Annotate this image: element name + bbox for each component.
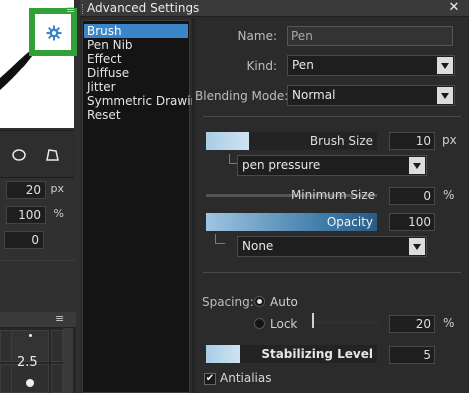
menu-icon[interactable]: ≡	[55, 312, 64, 325]
spacing-lock-radio[interactable]	[254, 318, 265, 329]
category-item-effect[interactable]: Effect	[84, 52, 188, 66]
category-list: Brush Pen Nib Effect Diffuse Jitter Symm…	[82, 20, 206, 393]
blending-mode-select[interactable]: Normal	[287, 85, 455, 106]
left-opacity-row: 100 %	[0, 206, 76, 224]
left-brush-size-row: 20 px	[0, 181, 76, 199]
category-item-symmetric-drawing[interactable]: Symmetric Drawing	[84, 94, 206, 108]
category-item-jitter[interactable]: Jitter	[84, 80, 188, 94]
opacity-source-select[interactable]: None	[237, 236, 427, 257]
kind-label: Kind:	[246, 59, 277, 73]
dependency-connector	[215, 234, 225, 244]
left-opacity-unit: %	[53, 207, 64, 220]
pressure-source-select[interactable]: pen pressure	[237, 155, 427, 176]
kind-select[interactable]: Pen	[287, 55, 455, 76]
settings-panel: Name: Pen Kind: Pen Blending Mode: Norma…	[195, 18, 469, 393]
stabilizing-field[interactable]: 5	[389, 346, 435, 364]
brush-size-dot	[26, 379, 34, 387]
brush-grid-header	[0, 312, 76, 328]
polygon-shape-icon[interactable]	[44, 148, 60, 162]
chevron-down-icon[interactable]	[409, 157, 425, 174]
name-label: Name:	[237, 29, 277, 43]
category-item-brush[interactable]: Brush	[84, 24, 188, 38]
drag-grip-icon[interactable]	[82, 4, 85, 14]
antialias-checkbox[interactable]: ✔	[204, 373, 216, 385]
stabilizing-slider-fill	[206, 345, 241, 363]
brush-shape-toolbar	[0, 130, 74, 178]
name-field[interactable]: Pen	[287, 26, 453, 46]
opacity-slider[interactable]: Opacity	[206, 213, 377, 231]
opacity-source-value: None	[242, 239, 274, 253]
left-min-row: 0	[0, 231, 76, 249]
opacity-label: Opacity	[326, 215, 373, 229]
circle-shape-icon[interactable]	[11, 148, 27, 162]
blending-mode-label: Blending Mode:	[195, 89, 289, 103]
divider	[203, 272, 461, 273]
spacing-lock-label: Lock	[270, 317, 298, 331]
spacing-field[interactable]: 20	[389, 315, 435, 333]
pressure-source-value: pen pressure	[242, 158, 321, 172]
stabilizing-slider[interactable]: Stabilizing Level	[206, 345, 377, 363]
antialias-label: Antialias	[220, 371, 272, 385]
chevron-down-icon[interactable]	[437, 87, 453, 104]
close-icon[interactable]: ✕	[444, 0, 464, 16]
stabilizing-label: Stabilizing Level	[261, 347, 373, 361]
left-brush-size-field[interactable]: 20	[6, 181, 46, 199]
panel-menu-icon[interactable]: ≡	[66, 3, 75, 16]
chevron-down-icon[interactable]	[437, 57, 453, 74]
spacing-unit: %	[443, 316, 455, 330]
minimum-size-unit: %	[443, 188, 455, 202]
minimum-size-label: Minimum Size	[290, 188, 375, 202]
divider	[203, 116, 461, 117]
brush-size-grid-label: 2.5	[17, 355, 38, 370]
chevron-down-icon[interactable]	[409, 238, 425, 255]
left-min-field[interactable]: 0	[4, 231, 44, 249]
brush-size-slider-fill	[206, 132, 249, 150]
blending-mode-value: Normal	[292, 88, 336, 102]
spacing-label: Spacing:	[202, 295, 254, 309]
dialog-header: Advanced Settings ✕	[80, 0, 469, 17]
brush-size-slider[interactable]: Brush Size	[206, 132, 377, 150]
grid-scrollbar[interactable]	[63, 328, 73, 393]
spacing-slider-thumb[interactable]	[312, 313, 314, 328]
brush-size-dot	[29, 334, 32, 337]
dialog-title: Advanced Settings	[87, 1, 200, 15]
left-divider	[0, 260, 76, 261]
gear-icon[interactable]	[46, 25, 62, 41]
brush-size-unit: px	[442, 133, 457, 147]
minimum-size-field[interactable]: 0	[389, 187, 435, 205]
left-brush-size-unit: px	[50, 182, 65, 195]
spacing-auto-radio[interactable]	[254, 296, 265, 307]
brush-size-cell[interactable]	[51, 330, 63, 362]
category-item-diffuse[interactable]: Diffuse	[84, 66, 188, 80]
kind-select-value: Pen	[292, 58, 314, 72]
left-opacity-field[interactable]: 100	[6, 206, 46, 224]
spacing-slider[interactable]	[312, 321, 380, 324]
brush-size-cell[interactable]	[51, 364, 63, 393]
opacity-field[interactable]: 100	[389, 213, 435, 231]
brush-size-field[interactable]: 10	[389, 132, 435, 150]
category-item-pen-nib[interactable]: Pen Nib	[84, 38, 188, 52]
brush-size-label: Brush Size	[309, 134, 373, 148]
spacing-auto-label: Auto	[270, 295, 298, 309]
category-item-reset[interactable]: Reset	[84, 108, 188, 122]
